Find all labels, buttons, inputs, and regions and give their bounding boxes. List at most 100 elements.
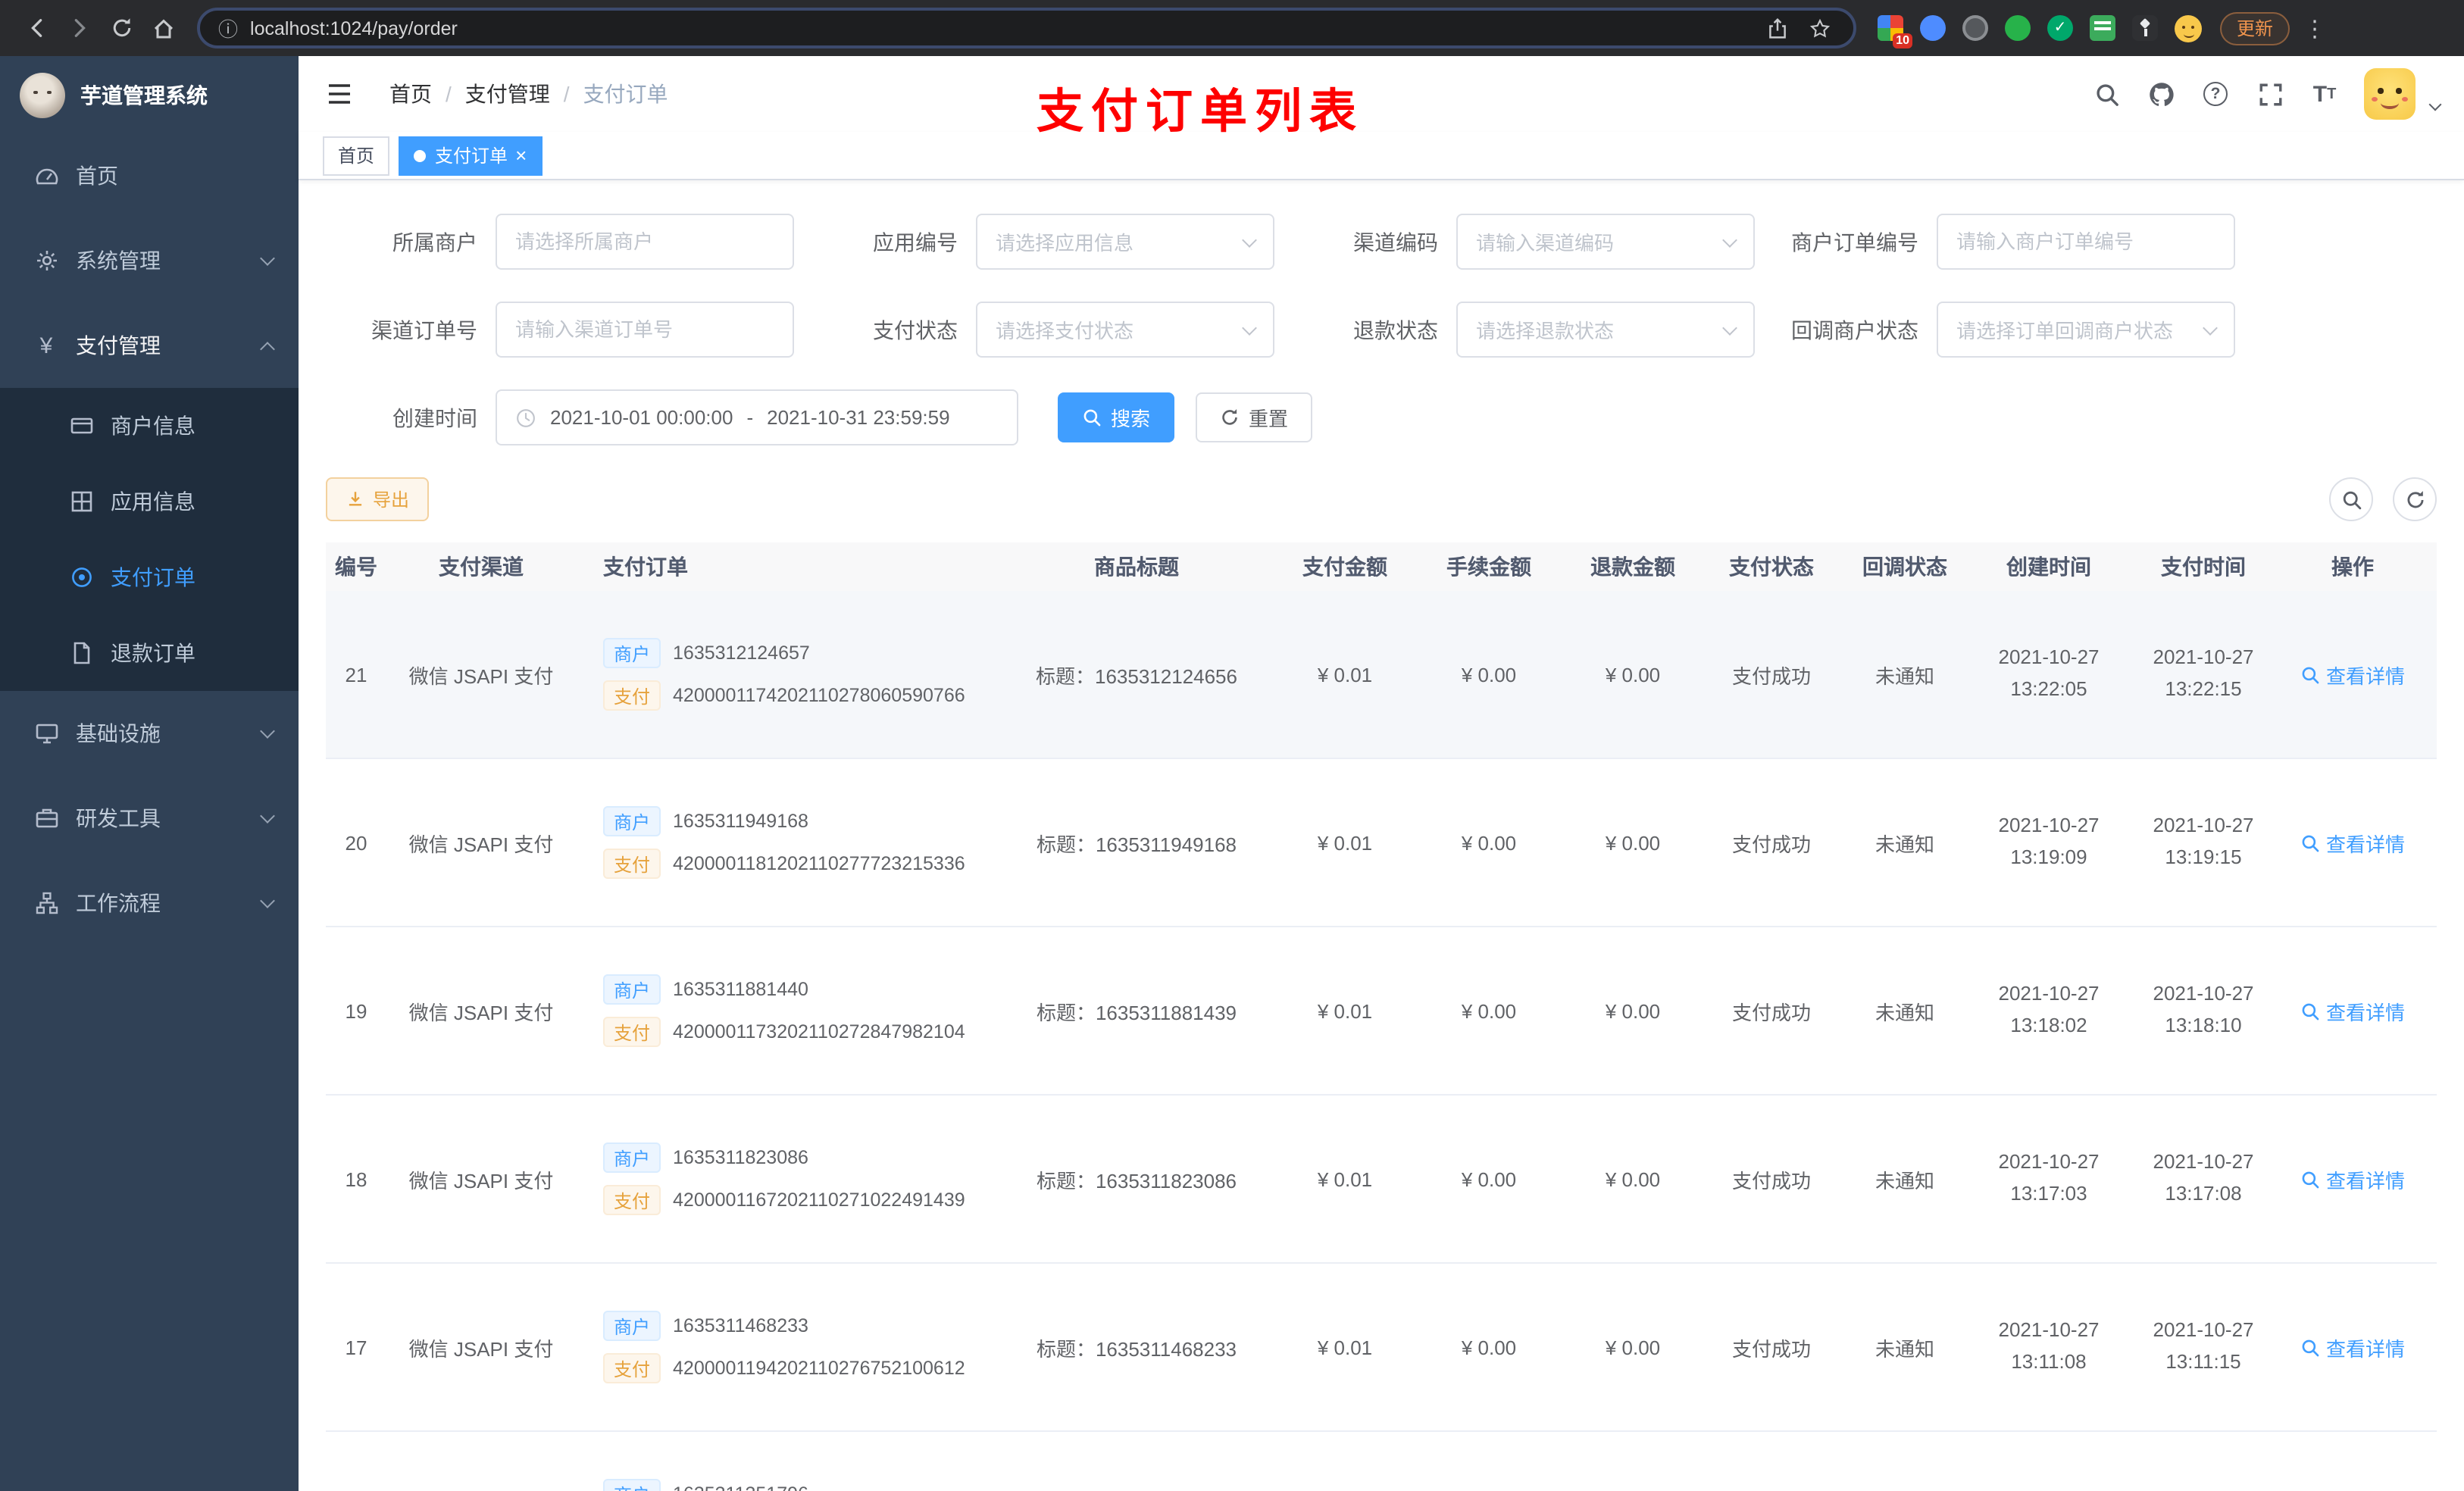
filter-created-time: 创建时间 2021-10-01 00:00:00 - 2021-10-31 23…	[326, 389, 1018, 445]
view-detail-button[interactable]: 查看详情	[2300, 1333, 2405, 1361]
toggle-search-button[interactable]	[2329, 477, 2373, 521]
created-date: 2021-10-27	[1998, 1150, 2100, 1174]
sidebar-fold-button[interactable]	[323, 77, 356, 111]
share-icon[interactable]	[1762, 13, 1793, 43]
channel-code-select[interactable]: 请输入渠道编码	[1456, 214, 1755, 270]
cell-product-title: 标题：1635312124656	[1036, 664, 1237, 687]
app-logo[interactable]: 芋道管理系统	[0, 56, 299, 133]
cell-pay-order: 商户 1635311823086 支付 42000011672021102710…	[576, 1142, 1000, 1215]
filter-row-1: 所属商户 应用编号 请选择应用信息 渠道编码 请输入渠道编码	[326, 214, 2437, 270]
fullscreen-icon[interactable]	[2255, 79, 2285, 109]
extension-green-icon[interactable]	[2005, 15, 2031, 41]
sidebar-item-merchant-info[interactable]: 商户信息	[0, 388, 299, 464]
sidebar-item-system[interactable]: 系统管理	[0, 218, 299, 303]
browser-menu-icon[interactable]: ⋮	[2303, 14, 2326, 42]
reset-button[interactable]: 重置	[1196, 392, 1313, 442]
paid-time: 13:17:08	[2165, 1182, 2242, 1205]
filter-label: 支付状态	[873, 317, 958, 342]
export-button-label: 导出	[373, 489, 410, 511]
select-placeholder: 请选择应用信息	[996, 232, 1134, 255]
sidebar-item-label: 退款订单	[111, 641, 195, 665]
date-range-picker[interactable]: 2021-10-01 00:00:00 - 2021-10-31 23:59:5…	[496, 389, 1018, 445]
pay-badge: 支付	[603, 1185, 661, 1215]
sidebar-item-devtools[interactable]: 研发工具	[0, 776, 299, 861]
help-icon[interactable]: ?	[2200, 79, 2231, 109]
sidebar-item-app-info[interactable]: 应用信息	[0, 464, 299, 539]
export-button[interactable]: 导出	[326, 477, 430, 521]
column-header-created: 创建时间	[2006, 555, 2091, 579]
filter-channel-code: 渠道编码 请输入渠道编码	[1287, 214, 1755, 270]
chevron-down-icon	[1722, 320, 1737, 335]
extension-colorful-icon[interactable]: 10	[1878, 15, 1912, 48]
cell-fee-amount: ¥ 0.00	[1461, 1336, 1517, 1358]
browser-reload-button[interactable]	[100, 7, 142, 49]
select-placeholder: 请选择退款状态	[1476, 320, 1615, 342]
header-actions: ? TT	[2091, 68, 2442, 120]
browser-home-button[interactable]	[142, 7, 185, 49]
merchant-order-no-input[interactable]	[1937, 214, 2235, 270]
channel-order-no-input[interactable]	[496, 302, 794, 358]
cell-actions: 查看详情	[2281, 1164, 2425, 1193]
search-button[interactable]: 搜索	[1058, 392, 1175, 442]
merchant-badge: 商户	[603, 1311, 661, 1341]
bookmark-star-icon[interactable]	[1805, 13, 1835, 43]
extension-square-icon[interactable]	[2090, 15, 2115, 41]
paid-time: 13:11:15	[2165, 1350, 2241, 1373]
sidebar-item-payment[interactable]: ¥ 支付管理	[0, 303, 299, 388]
view-detail-button[interactable]: 查看详情	[2300, 828, 2405, 857]
view-detail-button[interactable]: 查看详情	[2300, 996, 2405, 1025]
sidebar-item-refund-order[interactable]: 退款订单	[0, 615, 299, 691]
browser-forward-button[interactable]	[58, 7, 100, 49]
browser-update-button[interactable]: 更新	[2220, 11, 2290, 45]
created-time: 13:19:09	[2010, 846, 2087, 868]
extension-blue-icon[interactable]	[1920, 15, 1946, 41]
user-avatar[interactable]	[2364, 68, 2416, 120]
refresh-table-button[interactable]	[2393, 477, 2437, 521]
cell-pay-amount: ¥ 0.01	[1317, 831, 1373, 854]
cell-order-id: 20	[345, 831, 367, 854]
pay-order-no: 4200001194202110276752100612	[673, 1358, 965, 1379]
breadcrumb-item-payment[interactable]: 支付管理	[465, 79, 550, 109]
close-icon[interactable]: ×	[515, 145, 527, 165]
extension-globe-icon[interactable]	[1962, 15, 1988, 41]
callback-status-select[interactable]: 请选择订单回调商户状态	[1937, 302, 2235, 358]
created-time: 13:22:05	[2010, 677, 2087, 700]
cell-refund-amount: ¥ 0.00	[1605, 999, 1661, 1022]
browser-profile-avatar[interactable]	[2175, 14, 2202, 42]
browser-back-button[interactable]	[15, 7, 58, 49]
app-id-select[interactable]: 请选择应用信息	[976, 214, 1274, 270]
extension-check-icon[interactable]: ✓	[2047, 15, 2073, 41]
search-icon	[2300, 1001, 2320, 1021]
merchant-input[interactable]	[496, 214, 794, 270]
address-bar[interactable]: ⓘ localhost:1024/pay/order	[197, 8, 1856, 48]
cell-refund-amount: ¥ 0.00	[1605, 663, 1661, 686]
site-info-icon[interactable]: ⓘ	[218, 14, 238, 42]
sidebar-item-workflow[interactable]: 工作流程	[0, 861, 299, 946]
breadcrumb-item-home[interactable]: 首页	[389, 79, 432, 109]
sidebar-item-infrastructure[interactable]: 基础设施	[0, 691, 299, 776]
pay-badge: 支付	[603, 680, 661, 711]
cell-callback-status: 未通知	[1875, 664, 1934, 687]
table-header: 编号 支付渠道 支付订单 商品标题 支付金额 手续金额 退款金额 支付状态 回调…	[326, 542, 2437, 591]
filter-merchant-order-no: 商户订单编号	[1767, 214, 2235, 270]
merchant-order-no: 1635311351796	[673, 1483, 808, 1491]
tab-home[interactable]: 首页	[323, 136, 390, 175]
view-detail-button[interactable]: 查看详情	[2300, 660, 2405, 689]
refund-status-select[interactable]: 请选择退款状态	[1456, 302, 1755, 358]
sidebar-item-pay-order[interactable]: 支付订单	[0, 539, 299, 615]
github-icon[interactable]	[2146, 79, 2176, 109]
sidebar-item-home[interactable]: 首页	[0, 133, 299, 218]
sidebar-item-label: 研发工具	[76, 806, 161, 830]
view-detail-button[interactable]: 查看详情	[2300, 1164, 2405, 1193]
font-size-icon[interactable]: TT	[2309, 79, 2340, 109]
breadcrumb-separator: /	[563, 82, 570, 106]
pay-status-select[interactable]: 请选择支付状态	[976, 302, 1274, 358]
user-menu-caret-icon[interactable]	[2428, 98, 2442, 111]
search-icon[interactable]	[2091, 79, 2122, 109]
search-icon	[2340, 489, 2362, 510]
table-toolbar: 导出	[326, 477, 2437, 521]
table-row: 18 微信 JSAPI 支付 商户 1635311823086 支付 42000…	[326, 1096, 2437, 1264]
tab-pay-order[interactable]: 支付订单 ×	[399, 136, 543, 175]
cell-product-title: 标题：1635311949168	[1036, 833, 1237, 855]
pin-icon[interactable]	[2132, 15, 2158, 41]
